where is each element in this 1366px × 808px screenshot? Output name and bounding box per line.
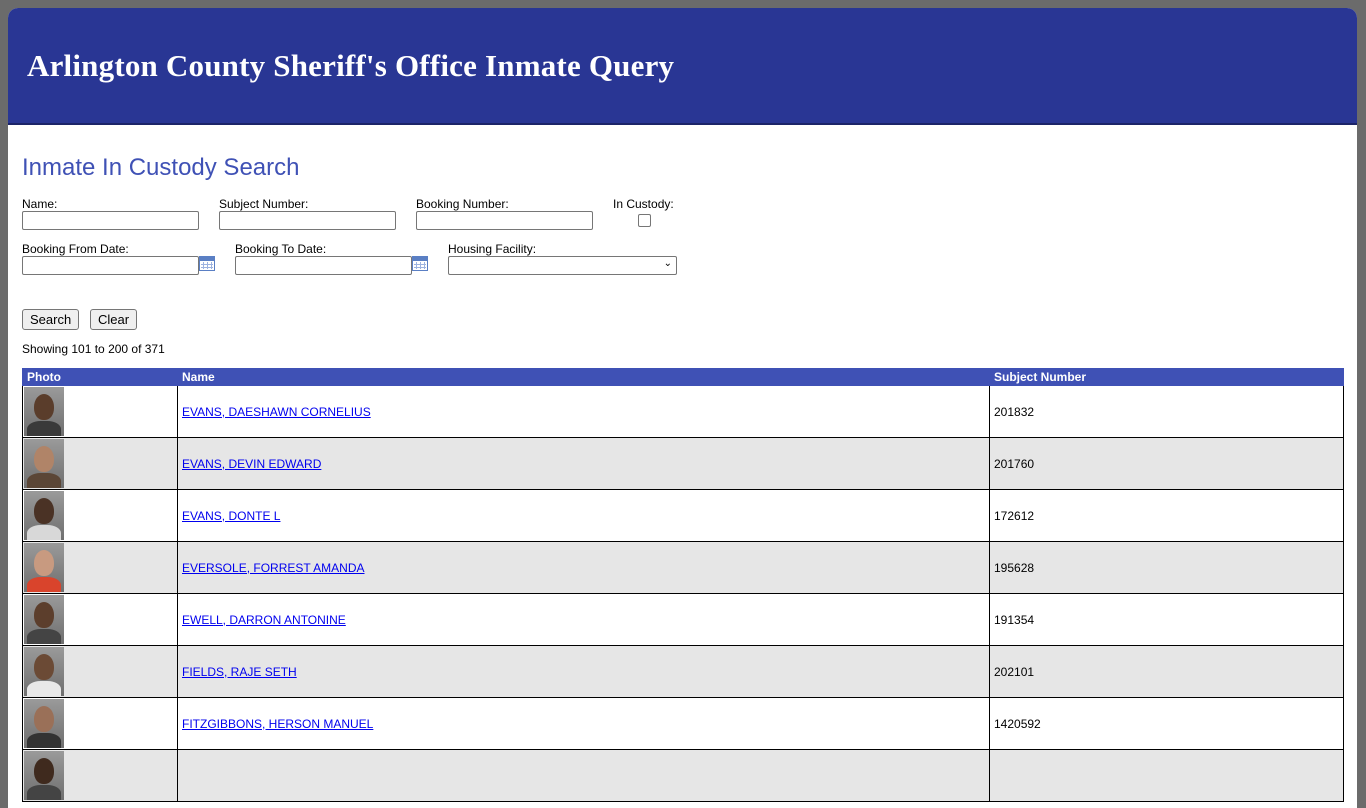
photo-cell (22, 645, 178, 698)
column-header-subject-number[interactable]: Subject Number (989, 368, 1344, 386)
search-button[interactable]: Search (22, 309, 80, 330)
inmate-photo[interactable] (24, 595, 64, 644)
table-row: FIELDS, RAJE SETH 202101 (22, 645, 1344, 698)
name-cell: EVANS, DAESHAWN CORNELIUS (177, 385, 990, 438)
clear-button[interactable]: Clear (90, 309, 138, 330)
table-row: EVERSOLE, FORREST AMANDA 195628 (22, 541, 1344, 594)
table-row (22, 749, 1344, 802)
inmate-photo[interactable] (24, 543, 64, 592)
photo-cell (22, 541, 178, 594)
name-cell: EWELL, DARRON ANTONINE (177, 593, 990, 646)
booking-number-label: Booking Number: (416, 197, 509, 211)
subject-number-cell: 201832 (989, 385, 1344, 438)
photo-cell (22, 385, 178, 438)
name-cell: EVERSOLE, FORREST AMANDA (177, 541, 990, 594)
subject-number-cell: 202101 (989, 645, 1344, 698)
name-input[interactable] (22, 211, 199, 230)
name-cell: FIELDS, RAJE SETH (177, 645, 990, 698)
subject-number-input[interactable] (219, 211, 396, 230)
inmate-name-link[interactable]: EVANS, DAESHAWN CORNELIUS (182, 405, 371, 419)
inmate-photo[interactable] (24, 491, 64, 540)
calendar-icon[interactable] (199, 256, 215, 271)
booking-from-date-input[interactable] (22, 256, 199, 275)
photo-cell (22, 593, 178, 646)
inmate-name-link[interactable]: FITZGIBBONS, HERSON MANUEL (182, 717, 373, 731)
subject-number-cell (989, 749, 1344, 802)
table-row: FITZGIBBONS, HERSON MANUEL 1420592 (22, 697, 1344, 750)
housing-facility-label: Housing Facility: (448, 242, 537, 256)
table-row: EWELL, DARRON ANTONINE 191354 (22, 593, 1344, 646)
booking-from-date-label: Booking From Date: (22, 242, 129, 256)
site-header: Arlington County Sheriff's Office Inmate… (8, 8, 1357, 125)
browser-page: Arlington County Sheriff's Office Inmate… (8, 8, 1357, 808)
results-table: Photo Name Subject Number EVANS, DAESHAW… (22, 368, 1344, 802)
column-header-photo[interactable]: Photo (22, 368, 178, 386)
name-label: Name: (22, 197, 58, 211)
page-title: Inmate In Custody Search (22, 154, 300, 181)
inmate-photo[interactable] (24, 699, 64, 748)
inmate-name-link[interactable]: EVERSOLE, FORREST AMANDA (182, 561, 365, 575)
results-count: Showing 101 to 200 of 371 (22, 342, 165, 356)
inmate-name-link[interactable]: EVANS, DONTE L (182, 509, 280, 523)
table-row: EVANS, DEVIN EDWARD 201760 (22, 437, 1344, 490)
table-header-row: Photo Name Subject Number (22, 368, 1344, 386)
in-custody-label: In Custody: (613, 197, 674, 211)
inmate-photo[interactable] (24, 751, 64, 800)
table-row: EVANS, DONTE L 172612 (22, 489, 1344, 542)
inmate-name-link[interactable]: FIELDS, RAJE SETH (182, 665, 297, 679)
subject-number-cell: 201760 (989, 437, 1344, 490)
booking-number-input[interactable] (416, 211, 593, 230)
site-title: Arlington County Sheriff's Office Inmate… (27, 48, 675, 83)
subject-number-cell: 1420592 (989, 697, 1344, 750)
name-cell: FITZGIBBONS, HERSON MANUEL (177, 697, 990, 750)
table-row: EVANS, DAESHAWN CORNELIUS 201832 (22, 385, 1344, 438)
name-cell: EVANS, DONTE L (177, 489, 990, 542)
column-header-name[interactable]: Name (177, 368, 990, 386)
calendar-icon[interactable] (412, 256, 428, 271)
photo-cell (22, 697, 178, 750)
inmate-photo[interactable] (24, 439, 64, 488)
inmate-name-link[interactable]: EWELL, DARRON ANTONINE (182, 613, 346, 627)
inmate-photo[interactable] (24, 647, 64, 696)
photo-cell (22, 749, 178, 802)
photo-cell (22, 489, 178, 542)
housing-facility-select[interactable]: ⌄ (448, 256, 677, 275)
subject-number-label: Subject Number: (219, 197, 309, 211)
chevron-down-icon: ⌄ (663, 258, 672, 269)
in-custody-checkbox[interactable] (638, 214, 651, 227)
subject-number-cell: 172612 (989, 489, 1344, 542)
name-cell (177, 749, 990, 802)
booking-to-date-input[interactable] (235, 256, 412, 275)
photo-cell (22, 437, 178, 490)
subject-number-cell: 195628 (989, 541, 1344, 594)
name-cell: EVANS, DEVIN EDWARD (177, 437, 990, 490)
booking-to-date-label: Booking To Date: (235, 242, 327, 256)
subject-number-cell: 191354 (989, 593, 1344, 646)
inmate-name-link[interactable]: EVANS, DEVIN EDWARD (182, 457, 321, 471)
inmate-photo[interactable] (24, 387, 64, 436)
